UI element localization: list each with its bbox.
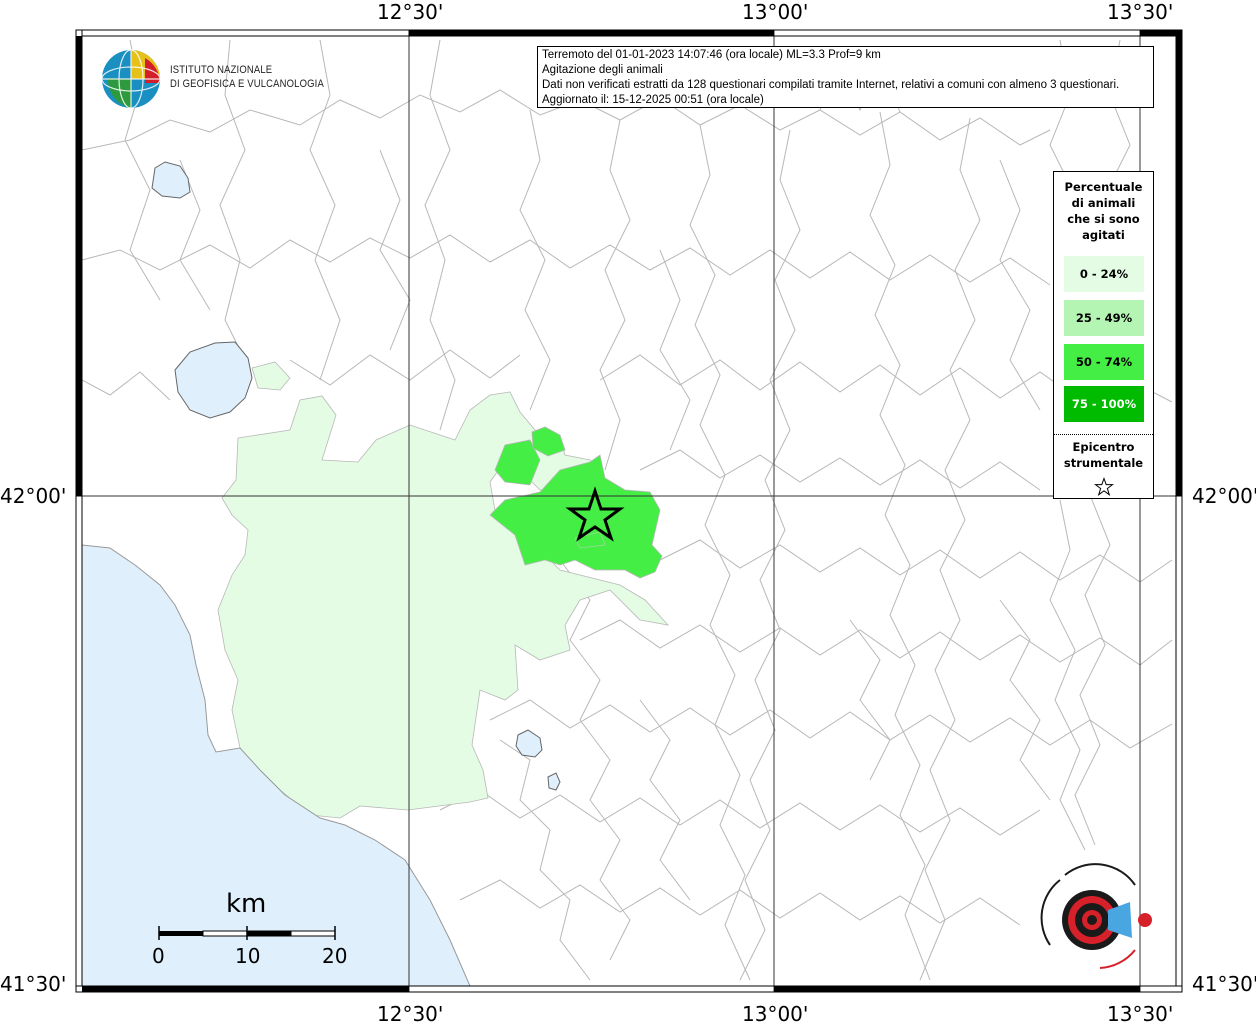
legend-epicenter-line-1: Epicentro bbox=[1072, 440, 1135, 454]
scale-label-10: 10 bbox=[235, 944, 261, 968]
legend-item-0-24: 0 - 24% bbox=[1064, 256, 1144, 292]
lon-label-top-3: 13°30' bbox=[1107, 0, 1174, 24]
institute-line-2: DI GEOFISICA E VULCANOLOGIA bbox=[170, 78, 324, 90]
legend: Percentuale di animali che si sono agita… bbox=[1053, 171, 1154, 499]
legend-epicenter-label: Epicentro strumentale bbox=[1054, 439, 1153, 471]
legend-title-line-4: agitati bbox=[1082, 228, 1125, 242]
lat-label-left-2: 41°30' bbox=[0, 972, 67, 996]
haisentito-logo-icon bbox=[1040, 863, 1152, 969]
legend-title-line-3: che si sono bbox=[1067, 212, 1140, 226]
scale-title: km bbox=[226, 889, 267, 919]
lon-label-top-1: 12°30' bbox=[377, 0, 444, 24]
legend-star-icon bbox=[1094, 477, 1114, 496]
institute-name: ISTITUTO NAZIONALE DI GEOFISICA E VULCAN… bbox=[170, 63, 324, 91]
legend-item-25-49: 25 - 49% bbox=[1064, 300, 1144, 336]
event-info-line-3: Dati non verificati estratti da 128 ques… bbox=[542, 79, 1120, 91]
lon-label-top-2: 13°00' bbox=[742, 0, 809, 24]
scale-label-20: 20 bbox=[322, 944, 348, 968]
legend-item-50-74: 50 - 74% bbox=[1064, 344, 1144, 380]
scale-label-0: 0 bbox=[152, 944, 165, 968]
event-info-line-2: Agitazione degli animali bbox=[542, 64, 663, 76]
lat-label-right-1: 42°00' bbox=[1192, 484, 1256, 508]
lat-label-right-2: 41°30' bbox=[1192, 972, 1256, 996]
institute-line-1: ISTITUTO NAZIONALE bbox=[170, 64, 273, 76]
legend-title-line-2: di animali bbox=[1071, 196, 1136, 210]
legend-title-line-1: Percentuale bbox=[1064, 180, 1143, 194]
lon-label-bottom-1: 12°30' bbox=[377, 1002, 444, 1026]
event-info-line-4: Aggiornato il: 15-12-2025 00:51 (ora loc… bbox=[542, 94, 764, 106]
legend-separator bbox=[1054, 434, 1153, 435]
legend-item-75-100: 75 - 100% bbox=[1064, 386, 1144, 422]
legend-epicenter-line-2: strumentale bbox=[1063, 456, 1144, 470]
ingv-globe-icon bbox=[101, 49, 161, 109]
event-info-line-1: Terremoto del 01-01-2023 14:07:46 (ora l… bbox=[542, 49, 881, 61]
legend-title: Percentuale di animali che si sono agita… bbox=[1054, 179, 1153, 243]
lat-label-left-1: 42°00' bbox=[0, 484, 67, 508]
lon-label-bottom-3: 13°30' bbox=[1107, 1002, 1174, 1026]
event-info-box: Terremoto del 01-01-2023 14:07:46 (ora l… bbox=[537, 46, 1154, 108]
lon-label-bottom-2: 13°00' bbox=[742, 1002, 809, 1026]
